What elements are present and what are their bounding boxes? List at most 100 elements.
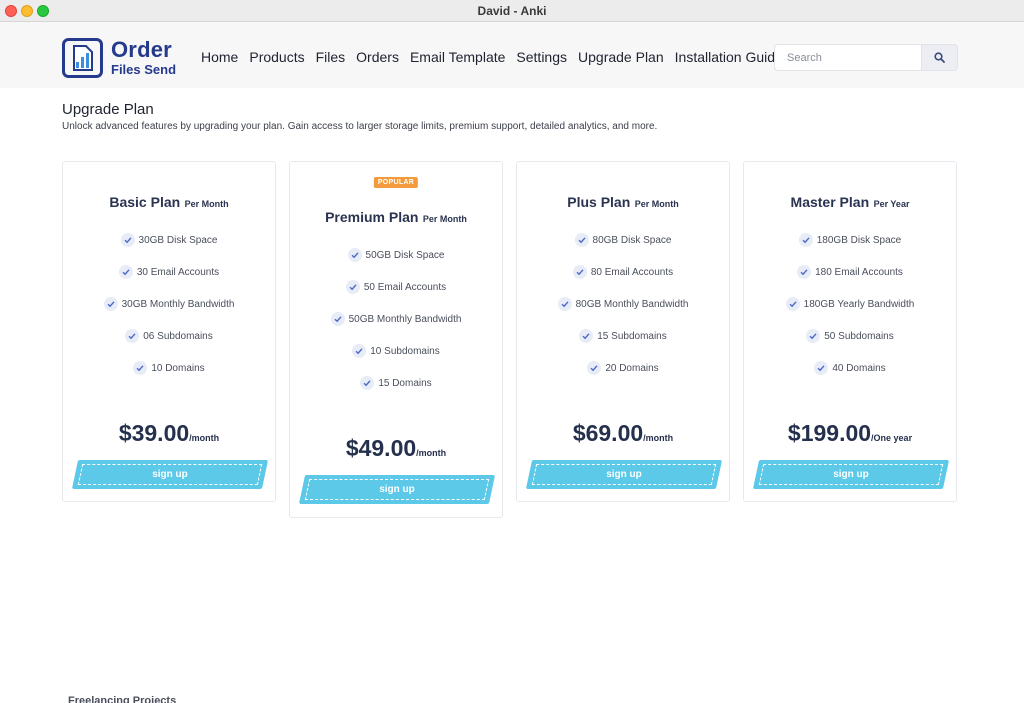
plan-header: Plus Plan Per Month [517,194,729,212]
nav-settings[interactable]: Settings [516,49,567,65]
page-title: Upgrade Plan [62,101,154,118]
popular-badge: POPULAR [373,177,419,188]
check-icon [579,329,594,343]
site-header: Order Files Send Home Products Files Ord… [0,22,1024,88]
nav-home[interactable]: Home [201,49,238,65]
price-unit: /month [643,433,674,443]
feature-item: 10 Subdomains [290,335,502,367]
check-icon [557,297,572,311]
plan-header: Premium Plan Per Month [290,209,502,227]
feature-item: 50 Email Accounts [290,271,502,303]
price-unit: /month [416,448,447,458]
feature-item: 15 Subdomains [517,320,729,352]
check-icon [347,248,362,262]
check-icon [330,312,345,326]
feature-item: 180GB Yearly Bandwidth [744,288,956,320]
check-icon [345,280,360,294]
logo[interactable]: Order Files Send [62,38,187,78]
check-icon [798,233,813,247]
feature-item: 180 Email Accounts [744,256,956,288]
main-nav: Home Products Files Orders Email Templat… [201,49,794,65]
price-amount: $49.00 [345,435,417,461]
price-unit: /month [189,433,220,443]
feature-item: 15 Domains [290,367,502,399]
plan-period: Per Month [634,199,679,209]
feature-item: 30GB Monthly Bandwidth [63,288,275,320]
feature-list: 30GB Disk Space 30 Email Accounts 30GB M… [63,224,275,384]
plan-period: Per Month [184,199,229,209]
nav-files[interactable]: Files [316,49,346,65]
feature-item: 06 Subdomains [63,320,275,352]
check-icon [120,233,135,247]
plan-price: $199.00/One year [744,420,956,447]
plan-card-basic: Basic Plan Per Month 30GB Disk Space 30 … [62,161,276,502]
page-subtitle: Unlock advanced features by upgrading yo… [62,121,658,132]
plan-header: Basic Plan Per Month [63,194,275,212]
check-icon [360,376,375,390]
window-titlebar: David - Anki [0,0,1024,22]
check-icon [574,233,589,247]
feature-item: 10 Domains [63,352,275,384]
sign-up-button[interactable]: sign up [525,460,723,489]
nav-orders[interactable]: Orders [356,49,399,65]
feature-item: 80 Email Accounts [517,256,729,288]
plan-price: $39.00/month [63,420,275,447]
sign-up-button[interactable]: sign up [752,460,950,489]
feature-list: 50GB Disk Space 50 Email Accounts 50GB M… [290,239,502,399]
price-amount: $199.00 [787,420,872,446]
feature-list: 180GB Disk Space 180 Email Accounts 180G… [744,224,956,384]
check-icon [133,361,148,375]
plan-card-master: Master Plan Per Year 180GB Disk Space 18… [743,161,957,502]
plan-name: Basic Plan [109,194,181,210]
feature-item: 50GB Disk Space [290,239,502,271]
feature-item: 30 Email Accounts [63,256,275,288]
feature-item: 30GB Disk Space [63,224,275,256]
check-icon [785,297,800,311]
plan-price: $49.00/month [290,435,502,462]
nav-installation-guide[interactable]: Installation Guide [675,49,783,65]
plan-period: Per Year [873,199,910,209]
nav-email-template[interactable]: Email Template [410,49,505,65]
plan-card-premium: POPULAR Premium Plan Per Month 50GB Disk… [289,161,503,518]
search-box [774,44,958,71]
search-button[interactable] [921,44,958,71]
nav-products[interactable]: Products [249,49,304,65]
plan-period: Per Month [422,214,467,224]
price-unit: /One year [871,433,913,443]
check-icon [587,361,602,375]
logo-icon [62,38,103,78]
check-icon [125,329,140,343]
plan-header: Master Plan Per Year [744,194,956,212]
feature-item: 20 Domains [517,352,729,384]
plan-name: Master Plan [790,194,870,210]
nav-upgrade-plan[interactable]: Upgrade Plan [578,49,664,65]
window-title: David - Anki [477,4,547,18]
feature-item: 180GB Disk Space [744,224,956,256]
search-input[interactable] [774,44,921,71]
feature-item: 40 Domains [744,352,956,384]
feature-list: 80GB Disk Space 80 Email Accounts 80GB M… [517,224,729,384]
check-icon [103,297,118,311]
check-icon [814,361,829,375]
check-icon [352,344,367,358]
feature-item: 80GB Monthly Bandwidth [517,288,729,320]
price-amount: $39.00 [118,420,190,446]
plan-name: Premium Plan [325,209,419,225]
sign-up-label: sign up [379,484,415,495]
logo-text-line1: Order [111,37,172,62]
feature-item: 50GB Monthly Bandwidth [290,303,502,335]
section-title-freelancing: Freelancing Projects [68,695,177,703]
check-icon [572,265,587,279]
sign-up-button[interactable]: sign up [298,475,496,504]
plan-price: $69.00/month [517,420,729,447]
check-icon [118,265,133,279]
sign-up-button[interactable]: sign up [71,460,269,489]
sign-up-label: sign up [152,469,188,480]
check-icon [797,265,812,279]
sign-up-label: sign up [606,469,642,480]
logo-text-line2: Files Send [111,62,177,77]
plan-name: Plus Plan [567,194,631,210]
check-icon [806,329,821,343]
feature-item: 50 Subdomains [744,320,956,352]
search-icon [934,52,945,63]
